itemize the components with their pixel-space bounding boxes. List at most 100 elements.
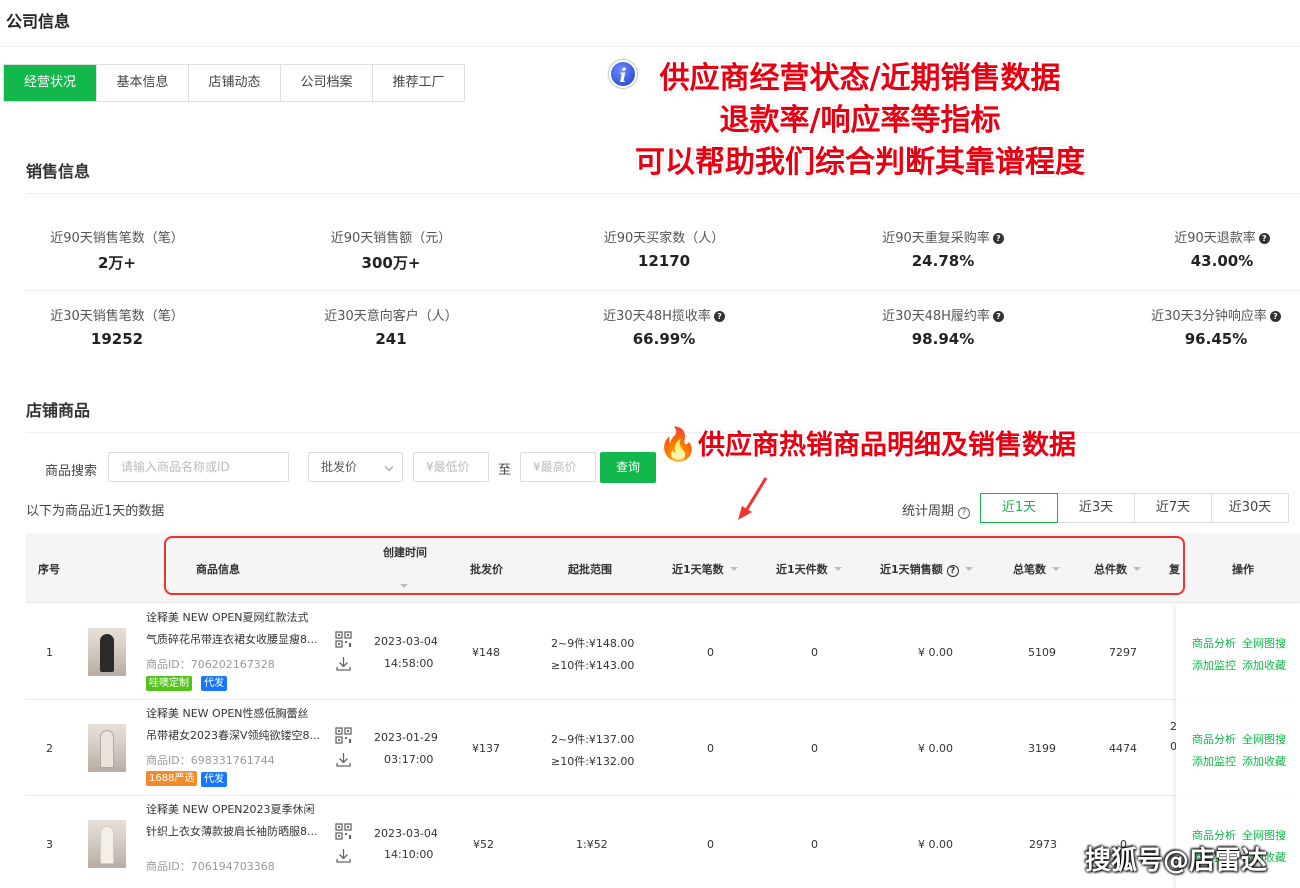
metric-label: 近30天48H履约率	[882, 309, 990, 324]
row-index: 1	[46, 646, 53, 659]
query-button[interactable]: 查询	[600, 452, 656, 483]
period-7d[interactable]: 近7天	[1134, 493, 1212, 523]
period-label: 统计周期?	[902, 500, 971, 519]
download-icon[interactable]	[335, 655, 352, 672]
product-title-line[interactable]: 诠释美 NEW OPEN2023夏季休闲	[146, 799, 326, 821]
metric-buyers-90d: 近90天买家数（人） 12170	[544, 230, 784, 270]
created-time: 14:58:00	[384, 657, 434, 670]
help-icon[interactable]: ?	[992, 311, 1004, 322]
range-tier: 2~9件:¥137.00	[551, 733, 635, 746]
header-index: 序号	[38, 563, 60, 576]
created-date: 2023-03-04	[374, 827, 438, 840]
product-title-line[interactable]: 吊带裙女2023春深V领纯欲镂空8...	[146, 725, 326, 747]
red-arrow-icon	[738, 477, 768, 520]
search-input[interactable]: 请输入商品名称或ID	[108, 452, 289, 482]
qr-code-icon[interactable]	[335, 727, 352, 744]
help-icon[interactable]: ?	[713, 311, 725, 322]
range-tier: 2~9件:¥148.00	[551, 637, 635, 650]
pieces-1d: 0	[811, 838, 818, 851]
table-row: 2 诠释美 NEW OPEN性感低胸蕾丝 吊带裙女2023春深V领纯欲镂空8..…	[26, 700, 1300, 796]
total-pieces: 4474	[1109, 742, 1137, 755]
product-id: 商品ID：698331761744	[146, 754, 275, 767]
metric-label: 近90天重复采购率	[882, 231, 990, 246]
ops-column: 商品分析 全网图搜 添加监控 添加收藏	[1176, 604, 1300, 700]
add-monitor-link[interactable]: 添加监控	[1192, 753, 1236, 769]
product-thumbnail[interactable]	[88, 724, 126, 772]
download-icon[interactable]	[335, 847, 352, 864]
add-favorite-link[interactable]: 添加收藏	[1242, 753, 1286, 769]
period-30d[interactable]: 近30天	[1211, 493, 1289, 523]
fire-icon: 🔥	[658, 425, 698, 463]
highlight-box	[164, 536, 1185, 595]
image-search-link[interactable]: 全网图搜	[1242, 731, 1286, 747]
download-icon[interactable]	[335, 751, 352, 768]
product-analysis-link[interactable]: 商品分析	[1192, 635, 1236, 651]
metric-pickup-rate-30d: 近30天48H揽收率? 66.99%	[544, 308, 784, 348]
metrics-divider	[26, 290, 1300, 291]
period-label-text: 统计周期	[902, 504, 955, 519]
product-analysis-link[interactable]: 商品分析	[1192, 731, 1236, 747]
tab-business-status[interactable]: 经营状况	[4, 65, 96, 101]
product-thumbnail[interactable]	[88, 628, 126, 676]
product-id: 商品ID：706202167328	[146, 658, 275, 671]
tab-recommended-factory[interactable]: 推荐工厂	[372, 65, 464, 101]
period-selector: 近1天 近3天 近7天 近30天	[980, 493, 1289, 523]
metric-value: 24.78%	[911, 252, 975, 270]
image-search-link[interactable]: 全网图搜	[1242, 635, 1286, 651]
pieces-1d: 0	[811, 742, 818, 755]
metric-value: 66.99%	[632, 330, 696, 348]
total-orders: 2973	[1029, 838, 1057, 851]
help-icon[interactable]: ?	[992, 233, 1004, 244]
metric-label: 近90天销售笔数（笔）	[50, 231, 184, 246]
tab-basic-info[interactable]: 基本信息	[96, 65, 188, 101]
top-divider	[0, 46, 1300, 47]
metric-orders-30d: 近30天销售笔数（笔） 19252	[0, 308, 237, 348]
product-title-line[interactable]: 针织上衣女薄款披肩长袖防晒服8...	[146, 821, 326, 843]
annotation-line: 供应商经营状态/近期销售数据	[659, 61, 1061, 96]
period-3d[interactable]: 近3天	[1057, 493, 1135, 523]
orders-1d: 0	[707, 838, 714, 851]
qr-code-icon[interactable]	[335, 823, 352, 840]
metric-sales-90d: 近90天销售额（元） 300万+	[271, 230, 511, 273]
help-icon[interactable]: ?	[1269, 311, 1281, 322]
metric-value: 2万+	[97, 254, 136, 272]
product-title-line[interactable]: 诠释美 NEW OPEN性感低胸蕾丝	[146, 703, 326, 725]
sales-section-title: 销售信息	[26, 162, 91, 181]
total-pieces: 7297	[1109, 646, 1137, 659]
price-type-select[interactable]: 批发价	[308, 452, 403, 482]
metric-repeat-rate-90d: 近90天重复采购率? 24.78%	[823, 230, 1063, 270]
metric-value: 241	[375, 330, 407, 348]
metric-value: 300万+	[361, 254, 421, 272]
sales-1d: ¥ 0.00	[918, 742, 953, 755]
metric-refund-rate-90d: 近90天退款率? 43.00%	[1102, 230, 1300, 270]
annotation-line: 可以帮助我们综合判断其靠谱程度	[635, 145, 1085, 180]
price-type-value: 批发价	[321, 460, 358, 474]
range-tier: ≥10件:¥143.00	[551, 659, 635, 672]
min-price-input[interactable]: ¥最低价	[413, 452, 489, 482]
header-ops: 操作	[1232, 563, 1254, 576]
sales-1d: ¥ 0.00	[918, 838, 953, 851]
tab-store-news[interactable]: 店铺动态	[188, 65, 280, 101]
max-price-input[interactable]: ¥最高价	[520, 452, 596, 482]
qr-code-icon[interactable]	[335, 631, 352, 648]
sales-1d: ¥ 0.00	[918, 646, 953, 659]
product-title-line[interactable]: 气质碎花吊带连衣裙女收腰显瘦8...	[146, 629, 326, 651]
help-icon[interactable]: ?	[1258, 233, 1270, 244]
period-1d[interactable]: 近1天	[980, 493, 1058, 523]
wholesale-price: ¥52	[473, 838, 494, 851]
product-thumbnail[interactable]	[88, 820, 126, 868]
metric-label: 近30天销售笔数（笔）	[50, 309, 184, 324]
add-favorite-link[interactable]: 添加收藏	[1242, 657, 1286, 673]
product-title-line[interactable]: 诠释美 NEW OPEN夏网红款法式	[146, 607, 326, 629]
ops-column: 商品分析 全网图搜 添加监控 添加收藏	[1176, 700, 1300, 796]
annotation-hot: 供应商热销商品明细及销售数据	[698, 430, 1076, 461]
row-index: 3	[46, 838, 53, 851]
add-monitor-link[interactable]: 添加监控	[1192, 657, 1236, 673]
metric-label: 近30天3分钟响应率	[1151, 309, 1267, 324]
help-icon[interactable]: ?	[958, 507, 971, 519]
metric-value: 96.45%	[1184, 330, 1248, 348]
product-id: 商品ID：706194703368	[146, 860, 275, 873]
tab-company-profile[interactable]: 公司档案	[280, 65, 372, 101]
metric-value: 98.94%	[911, 330, 975, 348]
tab-bar: 经营状况 基本信息 店铺动态 公司档案 推荐工厂	[3, 64, 465, 102]
